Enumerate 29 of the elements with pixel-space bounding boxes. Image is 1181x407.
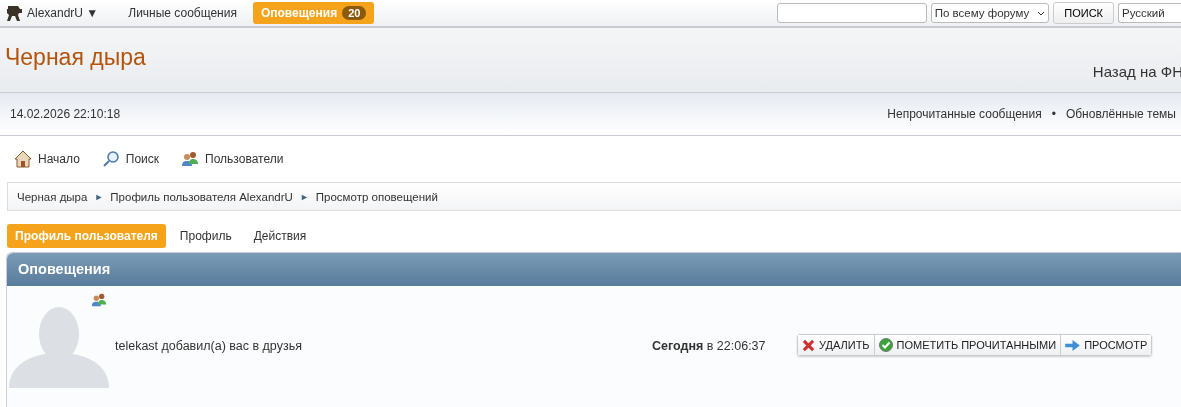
notification-time: Сегодня в 22:06:37 <box>652 339 766 353</box>
scope-dropdown[interactable]: По всему форуму <box>930 3 1050 23</box>
notification-text: telekast добавил(а) вас в друзья <box>115 339 302 353</box>
info-link[interactable]: Непрочитанные сообщения <box>887 107 1042 121</box>
info-link[interactable]: Обновлённые темы <box>1065 107 1176 121</box>
top-link[interactable]: Оповещения 20 <box>252 2 375 24</box>
profile-tab[interactable]: Профиль <box>171 224 240 248</box>
action-button[interactable]: ПОМЕТИТЬ ПРОЧИТАННЫМИ <box>874 335 1062 355</box>
nav-link[interactable]: Начало <box>38 152 80 166</box>
user-menu[interactable]: AlexandrU ▼ <box>27 6 99 20</box>
nav-link[interactable]: Пользователи <box>205 152 284 166</box>
panel-title: Оповещения <box>7 253 1181 286</box>
breadcrumb-link[interactable]: Черная дыра <box>17 190 88 203</box>
separator-dot: • <box>1051 107 1056 121</box>
action-button[interactable]: УДАЛИТЬ <box>798 335 875 355</box>
back-link[interactable]: Назад на ФН <box>1092 62 1181 80</box>
breadcrumb-link[interactable]: Профиль пользователя AlexandrU <box>110 190 293 203</box>
search-button[interactable]: ПОИСК <box>1053 2 1114 24</box>
forum-title[interactable]: Черная дыра <box>0 43 146 71</box>
current-datetime: 14.02.2026 22:10:18 <box>10 107 121 121</box>
breadcrumb-arrow: ► <box>299 191 309 202</box>
breadcrumb-arrow: ► <box>94 191 104 202</box>
nav-link[interactable]: Поиск <box>125 152 160 166</box>
action-button[interactable]: ПРОСМОТР <box>1061 335 1152 355</box>
breadcrumb-link[interactable]: Просмотр оповещений <box>315 190 438 203</box>
profile-tab[interactable]: Действия <box>245 224 315 248</box>
count-badge: 20 <box>342 6 367 20</box>
language-dropdown[interactable]: Русский <box>1118 3 1181 23</box>
top-link[interactable]: Личные сообщения <box>120 2 245 24</box>
